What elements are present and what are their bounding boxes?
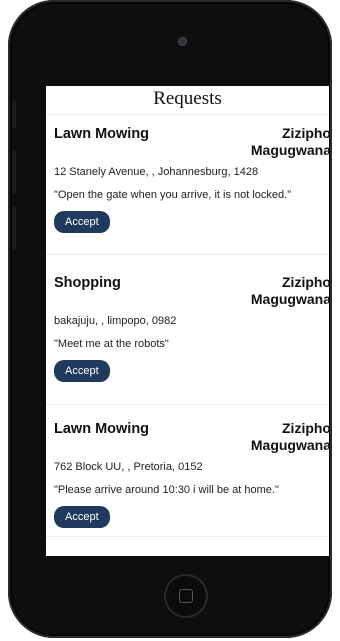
- service-name: Lawn Mowing: [54, 126, 150, 142]
- phone-frame: Requests Lawn Mowing Zizipho Magugwana 1…: [8, 0, 332, 638]
- page-title: Requests: [46, 86, 329, 115]
- service-name: Lawn Mowing: [54, 421, 150, 437]
- volume-down-button: [12, 206, 16, 250]
- home-square-glyph: [179, 589, 193, 603]
- service-name: Shopping: [54, 275, 121, 291]
- requester-name: Zizipho Magugwana: [250, 125, 329, 158]
- request-note: "Meet me at the robots": [54, 338, 169, 350]
- app-screen: Requests Lawn Mowing Zizipho Magugwana 1…: [46, 86, 329, 556]
- home-button-icon[interactable]: [164, 574, 208, 618]
- mute-switch: [12, 100, 16, 128]
- requester-name: Zizipho Magugwana: [250, 274, 329, 307]
- volume-up-button: [12, 150, 16, 194]
- requester-name: Zizipho Magugwana: [250, 420, 329, 453]
- accept-button[interactable]: Accept: [54, 360, 110, 382]
- request-note: "Open the gate when you arrive, it is no…: [54, 189, 292, 201]
- request-card: Lawn Mowing Zizipho Magugwana 12 Stanely…: [46, 115, 329, 255]
- request-address: bakajuju, , limpopo, 0982: [54, 315, 177, 327]
- request-note: "Please arrive around 10:30 i will be at…: [54, 484, 279, 496]
- request-card: Shopping Zizipho Magugwana bakajuju, , l…: [46, 255, 329, 405]
- request-address: 762 Block UU, , Pretoria, 0152: [54, 461, 203, 473]
- request-card: Lawn Mowing Zizipho Magugwana 762 Block …: [46, 405, 329, 537]
- accept-button[interactable]: Accept: [54, 211, 110, 233]
- accept-button[interactable]: Accept: [54, 506, 110, 528]
- request-address: 12 Stanely Avenue, , Johannesburg, 1428: [54, 166, 259, 178]
- front-camera-icon: [178, 37, 187, 46]
